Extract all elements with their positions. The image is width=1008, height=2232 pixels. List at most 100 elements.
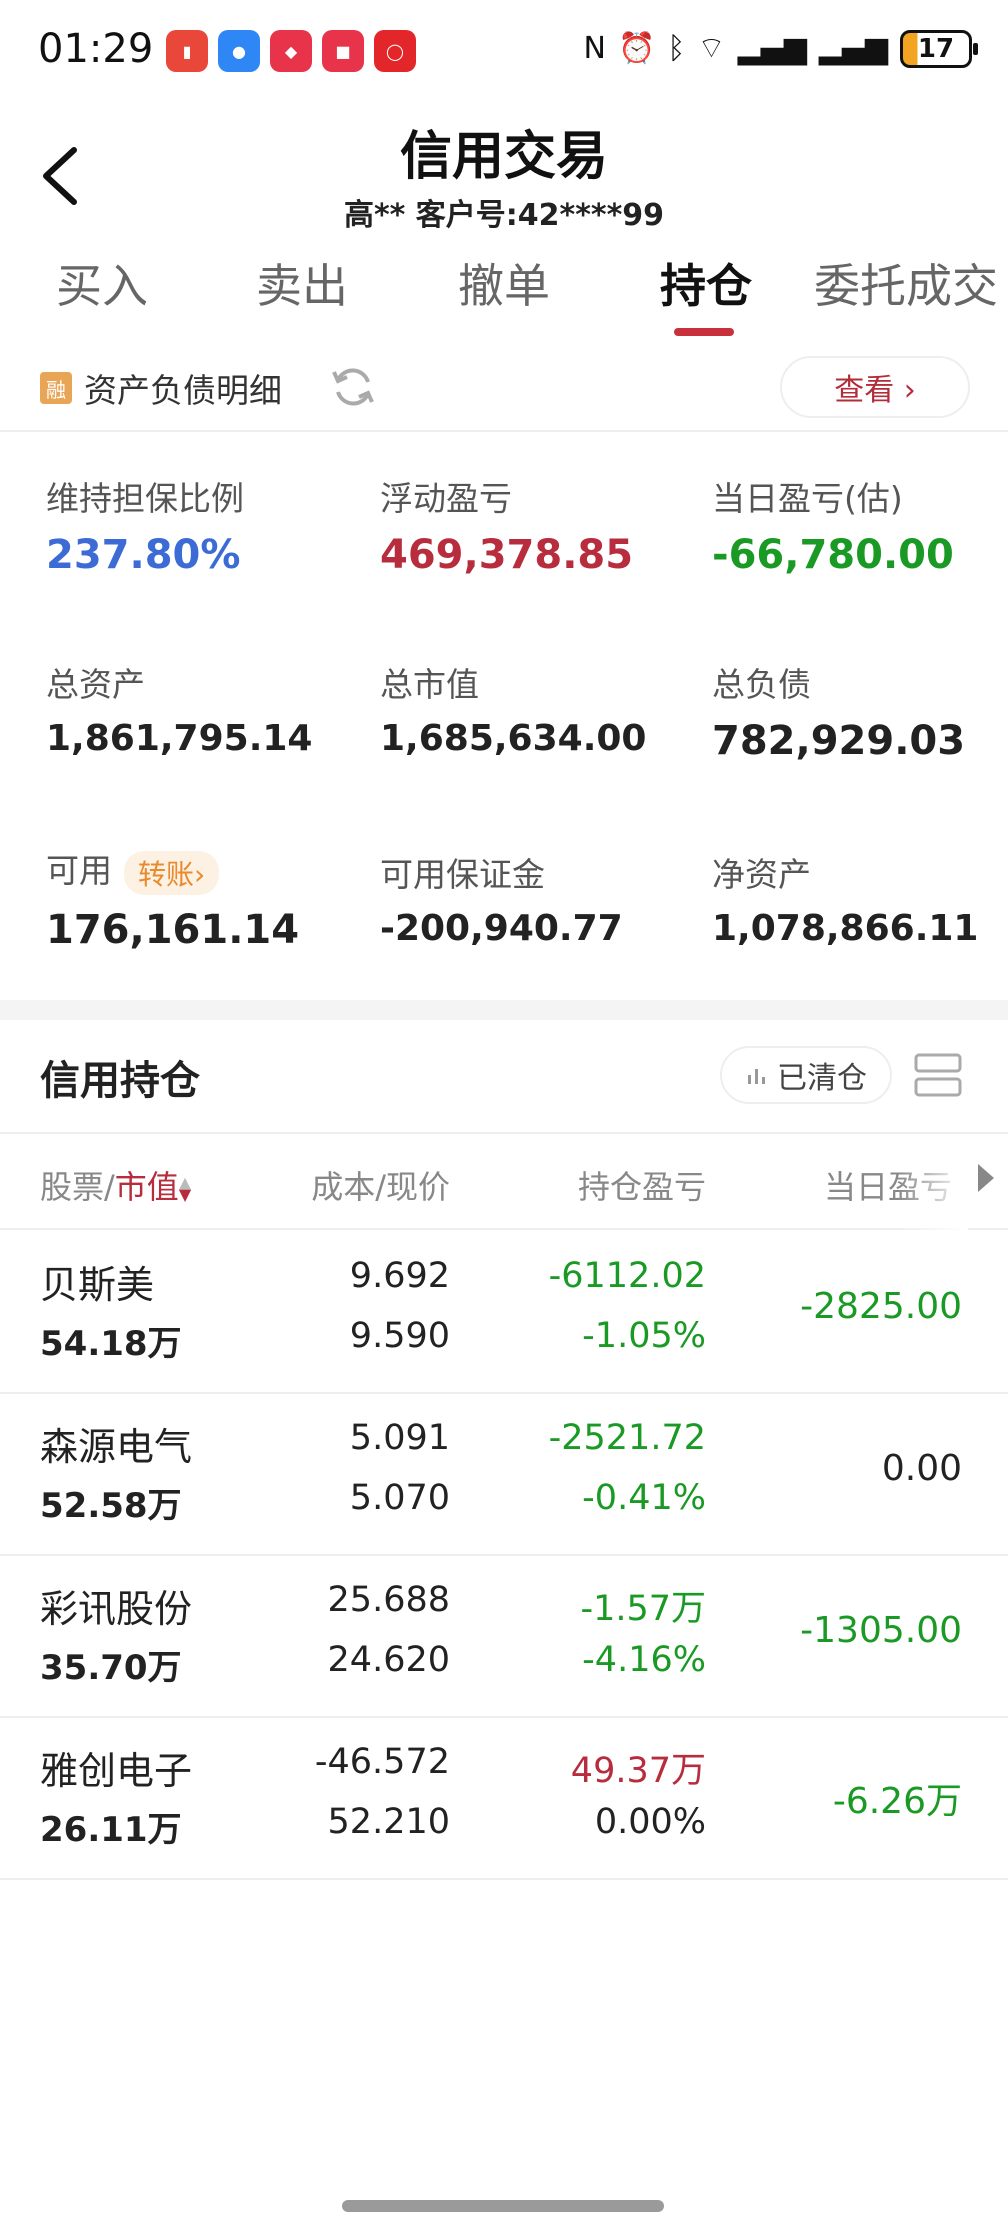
metric-value: 1,861,795.14 [46, 718, 313, 759]
metric-label: 维持担保比例 [46, 479, 244, 518]
red-app-icon: ▮ [166, 30, 208, 72]
stock-pl-percent: -4.16% [582, 1640, 706, 1680]
column-market-value-label: 市值 [114, 1168, 179, 1206]
account-metrics: 维持担保比例 237.80% 浮动盈亏 469,378.85 当日盈亏(估) -… [0, 432, 1008, 1000]
stock-price: 24.620 [327, 1640, 450, 1680]
metric-daily-pl: 当日盈亏(估) -66,780.00 [712, 472, 954, 578]
metric-label: 净资产 [712, 855, 811, 894]
section-divider [0, 1000, 1008, 1020]
tab-buy[interactable]: 买入 [56, 250, 148, 316]
stock-cost: -46.572 [314, 1742, 450, 1782]
view-details-button[interactable]: 查看 › [780, 356, 970, 418]
byd-app-icon: ◯ [374, 30, 416, 72]
tab-sell[interactable]: 卖出 [256, 250, 348, 316]
stock-pl: -2521.72 [548, 1418, 706, 1458]
shopping-app-icon: ■ [322, 30, 364, 72]
metric-label: 总市值 [380, 665, 479, 704]
nfc-icon: N [583, 31, 606, 66]
customer-info: 高** 客户号:42****99 [343, 198, 665, 233]
cleared-positions-button[interactable]: 已清仓 [720, 1046, 892, 1104]
tab-positions[interactable]: 持仓 [660, 250, 752, 316]
header: 信用交易 高** 客户号:42****99 [0, 104, 1008, 234]
holdings-column-header: 股票/市值▲ ▼ 成本/现价 持仓盈亏 当日盈亏 [0, 1134, 1008, 1230]
stock-daily-pl: -6.26万 [832, 1781, 962, 1822]
metric-value: 1,685,634.00 [380, 718, 647, 759]
alarm-icon: ⏰ [618, 31, 656, 66]
bar-chart-icon [748, 1069, 765, 1084]
metric-label: 当日盈亏(估) [712, 479, 903, 518]
holding-row[interactable]: 彩讯股份 35.70万 25.688 24.620 -1.57万 -4.16% … [0, 1556, 1008, 1718]
stock-pl-percent: 0.00% [594, 1802, 706, 1842]
metric-maintenance-ratio: 维持担保比例 237.80% [46, 472, 244, 578]
asset-liability-bar: 融 资产负债明细 查看 › [0, 352, 1008, 432]
stock-pl: -6112.02 [548, 1256, 706, 1296]
column-stock-market-value[interactable]: 股票/市值▲ ▼ [40, 1162, 191, 1208]
battery-level: 17 [917, 34, 955, 64]
stock-name: 雅创电子 [40, 1749, 193, 1793]
metric-value: 237.80% [46, 532, 241, 578]
bluetooth-icon: ᛒ [667, 31, 686, 66]
layout-toggle-icon[interactable] [914, 1052, 962, 1098]
scroll-right-icon[interactable] [978, 1164, 994, 1192]
metric-label: 可用保证金 [380, 855, 545, 894]
holdings-list: 贝斯美 54.18万 9.692 9.590 -6112.02 -1.05% -… [0, 1232, 1008, 1880]
stock-name: 贝斯美 [40, 1263, 155, 1307]
metric-available-margin: 可用保证金 -200,940.77 [380, 848, 623, 949]
metric-total-liabilities: 总负债 782,929.03 [712, 658, 965, 764]
stock-market-value: 26.11万 [40, 1810, 182, 1850]
metric-label: 总负债 [712, 665, 811, 704]
stock-name: 森源电气 [40, 1425, 193, 1469]
status-bar: 01:29 ▮ ● ◆ ■ ◯ N ⏰ ᛒ ⌔ ▂▄▆ ▂▄▆ 17 [0, 0, 1008, 104]
stock-cost: 25.688 [327, 1580, 450, 1620]
metric-total-assets: 总资产 1,861,795.14 [46, 658, 312, 759]
metric-value: -66,780.00 [712, 532, 954, 578]
trade-tabs: 买入 卖出 撤单 持仓 委托成交 [0, 240, 1008, 340]
stock-cost: 5.091 [349, 1418, 450, 1458]
stock-pl-percent: -1.05% [582, 1316, 706, 1356]
signal-icon: ▂▄▆ [737, 31, 807, 66]
column-cost-price: 成本/现价 [311, 1168, 450, 1206]
metric-available: 可用 转账› 176,161.14 [46, 844, 299, 953]
metric-value: -200,940.77 [380, 908, 623, 949]
stock-daily-pl: -2825.00 [800, 1286, 962, 1327]
asset-liability-label[interactable]: 资产负债明细 [84, 364, 282, 412]
stock-price: 9.590 [349, 1316, 450, 1356]
tab-cancel[interactable]: 撤单 [458, 250, 550, 316]
message-app-icon: ● [218, 30, 260, 72]
available-label: 可用 [46, 851, 112, 890]
metric-total-market-value: 总市值 1,685,634.00 [380, 658, 646, 759]
status-time: 01:29 [38, 26, 154, 72]
home-indicator[interactable] [342, 2200, 664, 2212]
page-title: 信用交易 [399, 127, 608, 187]
stock-market-value: 35.70万 [40, 1648, 182, 1688]
system-icons: N ⏰ ᛒ ⌔ ▂▄▆ ▂▄▆ 17 [583, 30, 978, 68]
stock-pl: 49.37万 [570, 1751, 706, 1791]
stock-price: 5.070 [349, 1478, 450, 1518]
tab-orders[interactable]: 委托成交 [814, 250, 998, 316]
margin-badge: 融 [40, 372, 72, 404]
stock-daily-pl: -1305.00 [800, 1610, 962, 1651]
active-tab-indicator [674, 328, 734, 336]
holding-row[interactable]: 森源电气 52.58万 5.091 5.070 -2521.72 -0.41% … [0, 1394, 1008, 1556]
metric-label: 可用 转账› [46, 844, 299, 895]
metric-value: 1,078,866.11 [712, 908, 979, 949]
holding-row[interactable]: 贝斯美 54.18万 9.692 9.590 -6112.02 -1.05% -… [0, 1232, 1008, 1394]
stock-daily-pl: 0.00 [881, 1448, 962, 1489]
refresh-icon[interactable] [328, 362, 378, 412]
metric-net-assets: 净资产 1,078,866.11 [712, 848, 978, 949]
metric-label: 总资产 [46, 665, 145, 704]
transfer-button[interactable]: 转账› [124, 850, 220, 895]
stock-pl: -1.57万 [580, 1589, 706, 1629]
stock-market-value: 52.58万 [40, 1486, 182, 1526]
stock-pl-percent: -0.41% [582, 1478, 706, 1518]
holding-row[interactable]: 雅创电子 26.11万 -46.572 52.210 49.37万 0.00% … [0, 1718, 1008, 1880]
battery-icon: 17 [900, 30, 978, 68]
wifi-icon: ⌔ [697, 31, 726, 66]
stock-cost: 9.692 [349, 1256, 450, 1296]
app-gallery-icon: ◆ [270, 30, 312, 72]
metric-label: 浮动盈亏 [380, 479, 512, 518]
holdings-header: 信用持仓 已清仓 [0, 1020, 1008, 1134]
notification-icons: ▮ ● ◆ ■ ◯ [166, 30, 416, 72]
stock-name: 彩讯股份 [40, 1587, 193, 1631]
metric-value: 782,929.03 [712, 718, 966, 764]
